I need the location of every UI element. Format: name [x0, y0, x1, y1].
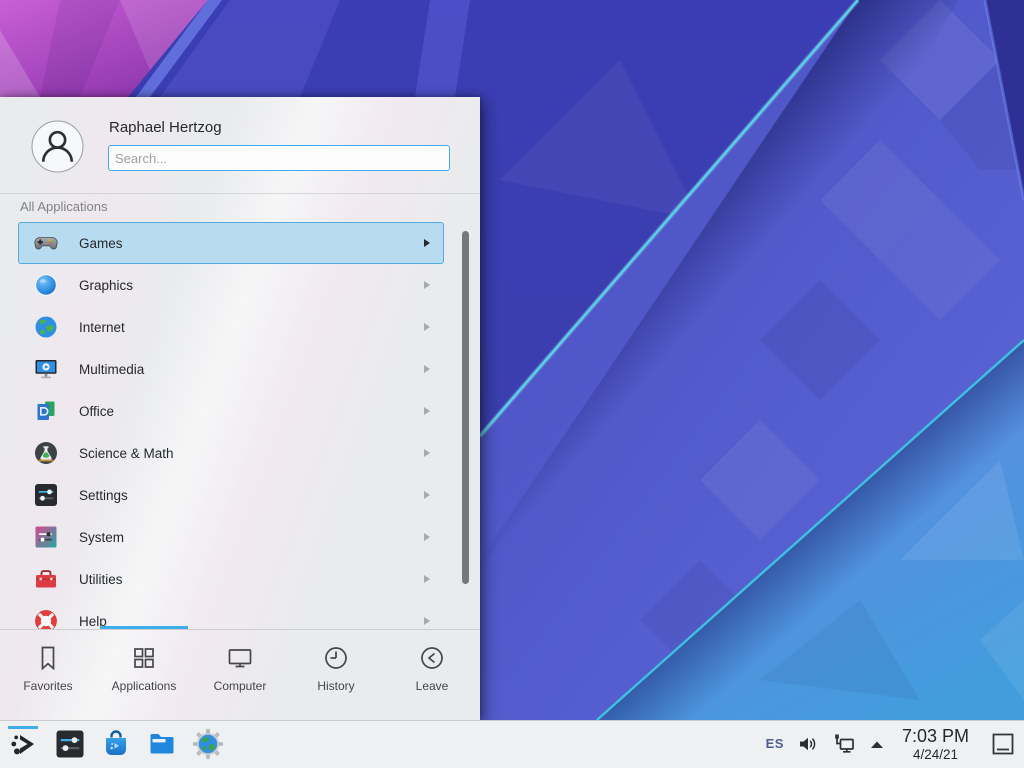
favorites-icon [33, 643, 63, 673]
category-label: Settings [79, 488, 128, 503]
globe-gear-icon [192, 728, 224, 760]
office-icon [33, 398, 59, 424]
category-item-help[interactable]: Help [18, 600, 444, 629]
submenu-arrow-icon [424, 617, 430, 625]
multimedia-icon [33, 356, 59, 382]
applications-icon [129, 643, 159, 673]
submenu-arrow-icon [424, 323, 430, 331]
taskbar-panel: ES 7:03 PM 4/24/21 [0, 720, 1024, 768]
tab-computer[interactable]: Computer [192, 630, 288, 720]
submenu-arrow-icon [424, 281, 430, 289]
category-item-graphics[interactable]: Graphics [18, 264, 444, 306]
utilities-icon [33, 566, 59, 592]
clock-date: 4/24/21 [902, 747, 969, 762]
category-label: Utilities [79, 572, 123, 587]
submenu-arrow-icon [424, 575, 430, 583]
discover-icon [100, 728, 132, 760]
application-launcher-icon [8, 728, 40, 760]
category-item-utilities[interactable]: Utilities [18, 558, 444, 600]
category-label: Graphics [79, 278, 133, 293]
system-settings-icon [54, 728, 86, 760]
settings-icon [33, 482, 59, 508]
search-input[interactable] [108, 145, 450, 171]
category-item-internet[interactable]: Internet [18, 306, 444, 348]
system-icon [33, 524, 59, 550]
keyboard-layout-indicator[interactable]: ES [766, 736, 784, 751]
list-scrollbar[interactable] [462, 231, 469, 584]
leave-icon [417, 643, 447, 673]
tab-label: Computer [214, 679, 267, 693]
web-browser-button[interactable] [192, 728, 224, 760]
graphics-icon [33, 272, 59, 298]
internet-icon [33, 314, 59, 340]
category-item-science-math[interactable]: Science & Math [18, 432, 444, 474]
system-tray: ES 7:03 PM 4/24/21 [766, 726, 1024, 761]
user-name: Raphael Hertzog [109, 119, 222, 136]
tab-label: History [317, 679, 354, 693]
submenu-arrow-icon [424, 365, 430, 373]
clock-time: 7:03 PM [902, 726, 969, 746]
submenu-arrow-icon [424, 239, 430, 247]
section-label: All Applications [20, 199, 107, 214]
tab-favorites[interactable]: Favorites [0, 630, 96, 720]
tab-history[interactable]: History [288, 630, 384, 720]
category-item-office[interactable]: Office [18, 390, 444, 432]
file-manager-button[interactable] [146, 728, 178, 760]
volume-icon[interactable] [797, 734, 819, 754]
show-desktop-button[interactable] [990, 731, 1016, 757]
category-item-settings[interactable]: Settings [18, 474, 444, 516]
tab-label: Favorites [23, 679, 72, 693]
science-math-icon [33, 440, 59, 466]
games-icon [33, 230, 59, 256]
submenu-arrow-icon [424, 449, 430, 457]
category-label: Office [79, 404, 114, 419]
application-launcher-menu: Raphael Hertzog All Applications Games [0, 97, 480, 720]
digital-clock[interactable]: 7:03 PM 4/24/21 [902, 726, 969, 761]
tab-applications[interactable]: Applications [96, 630, 192, 720]
category-label: Internet [79, 320, 125, 335]
category-item-system[interactable]: System [18, 516, 444, 558]
folder-icon [146, 728, 178, 760]
tab-leave[interactable]: Leave [384, 630, 480, 720]
tab-label: Leave [416, 679, 449, 693]
user-avatar-icon [31, 120, 84, 173]
category-list: Games Graphics Internet [0, 222, 456, 629]
taskbar-launchers [0, 728, 224, 760]
category-label: Science & Math [79, 446, 174, 461]
computer-icon [225, 643, 255, 673]
application-launcher-button[interactable] [8, 728, 40, 760]
launcher-tab-bar: Favorites Applications Computer History [0, 630, 480, 720]
submenu-arrow-icon [424, 407, 430, 415]
category-label: Multimedia [79, 362, 144, 377]
expand-tray-caret-icon[interactable] [869, 738, 885, 750]
submenu-arrow-icon [424, 533, 430, 541]
category-item-games[interactable]: Games [18, 222, 444, 264]
launcher-header: Raphael Hertzog [0, 97, 480, 193]
discover-button[interactable] [100, 728, 132, 760]
category-label: Games [79, 236, 123, 251]
system-settings-button[interactable] [54, 728, 86, 760]
help-icon [33, 608, 59, 629]
network-icon[interactable] [832, 733, 856, 755]
tab-label: Applications [112, 679, 177, 693]
submenu-arrow-icon [424, 491, 430, 499]
category-label: System [79, 530, 124, 545]
header-divider [0, 193, 480, 194]
category-item-multimedia[interactable]: Multimedia [18, 348, 444, 390]
history-icon [321, 643, 351, 673]
